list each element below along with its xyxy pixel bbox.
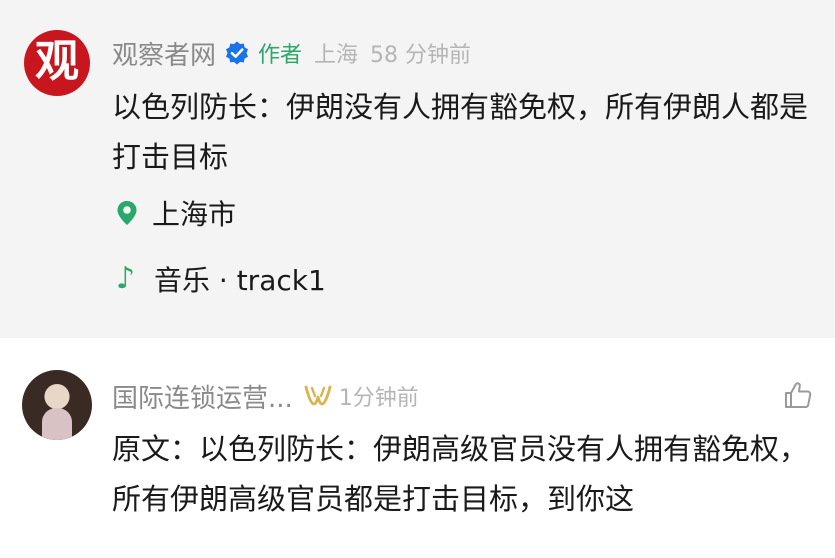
author-logo: 观 <box>35 36 79 87</box>
author-name[interactable]: 观察者网 <box>112 35 216 72</box>
comment-timestamp: 1分钟前 <box>338 386 419 411</box>
verified-badge-icon <box>224 40 250 66</box>
comment-meta-row: 国际连锁运营... 1分钟前 <box>112 378 419 414</box>
gold-badge-icon <box>303 384 333 408</box>
avatar-figure <box>42 408 72 440</box>
map-pin-icon <box>116 200 138 226</box>
post-card: 观 观察者网 作者 上海 58 分钟前 以色列防长：伊朗没有人拥有豁免权，所有伊… <box>0 0 835 338</box>
post-music-label: 音乐 · track1 <box>154 264 326 297</box>
music-note-icon: ♪ <box>116 261 136 296</box>
post-ip-location: 上海 <box>314 43 359 68</box>
comment-item: 国际连锁运营... 1分钟前 原文：以色列防长：伊朗高级官员没有人拥有豁免权，所… <box>0 338 835 558</box>
screen: 观 观察者网 作者 上海 58 分钟前 以色列防长：伊朗没有人拥有豁免权，所有伊… <box>0 0 835 558</box>
author-avatar[interactable]: 观 <box>24 30 90 96</box>
comment-text: 原文：以色列防长：伊朗高级官员没有人拥有豁免权，所有伊朗高级官员都是打击目标，到… <box>112 432 809 516</box>
author-tag: 作者 <box>258 43 303 68</box>
post-music-link[interactable]: ♪ 音乐 · track1 <box>116 259 326 299</box>
commenter-avatar[interactable] <box>22 370 92 440</box>
thumbs-up-icon[interactable] <box>783 380 813 410</box>
post-location-link[interactable]: 上海市 <box>116 193 236 233</box>
post-meta-row: 观察者网 作者 上海 58 分钟前 <box>112 35 472 72</box>
post-timestamp: 58 分钟前 <box>370 43 472 68</box>
post-text: 以色列防长：伊朗没有人拥有豁免权，所有伊朗人都是打击目标 <box>112 90 809 174</box>
post-location-label: 上海市 <box>152 198 237 231</box>
commenter-name[interactable]: 国际连锁运营... <box>112 378 293 415</box>
